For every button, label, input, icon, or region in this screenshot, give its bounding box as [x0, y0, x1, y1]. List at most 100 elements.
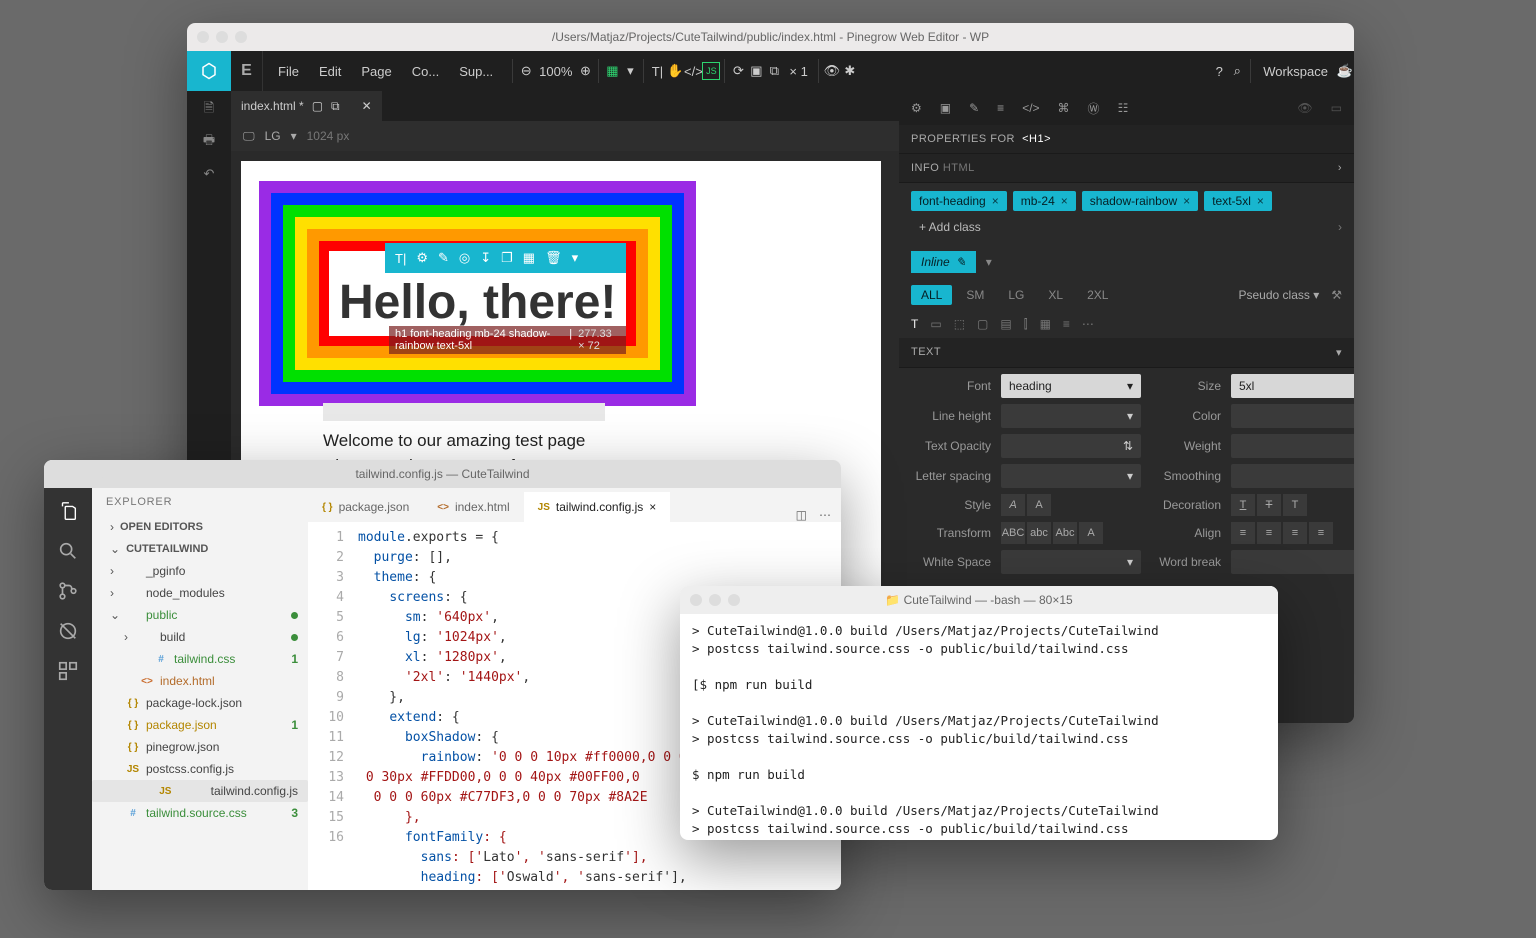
text-icon[interactable]: T| — [395, 251, 406, 266]
duplicate-icon[interactable]: ❐ — [501, 250, 513, 266]
chevron-down-icon[interactable]: ▾ — [572, 250, 579, 266]
flex-cat-icon[interactable]: ⫿ — [1024, 317, 1028, 332]
deco-buttons[interactable]: TTT — [1231, 494, 1354, 516]
class-chip[interactable]: text-5xl× — [1204, 191, 1272, 211]
tree-item[interactable]: { }pinegrow.json — [92, 736, 308, 758]
code-icon[interactable]: </> — [684, 62, 702, 80]
add-class-button[interactable]: + Add class — [911, 217, 989, 237]
bp-xl[interactable]: XL — [1038, 285, 1073, 305]
align-buttons[interactable]: ≡≡≡≡ — [1231, 522, 1354, 544]
grid-icon[interactable]: ▦ — [603, 62, 621, 80]
device-icon[interactable]: 🖵 — [243, 129, 255, 144]
ws-select[interactable]: ▾ — [1001, 550, 1141, 574]
list-icon[interactable]: ≡ — [997, 101, 1004, 115]
search-icon[interactable]: ⌕ — [1228, 62, 1246, 80]
text-tool-icon[interactable]: T| — [648, 62, 666, 80]
close-icon[interactable]: × — [992, 194, 999, 208]
debug-icon[interactable] — [57, 620, 79, 642]
bp-label[interactable]: LG — [265, 129, 281, 143]
box-icon[interactable]: ▣ — [940, 101, 951, 115]
wordpress-icon[interactable]: Ⓦ — [1088, 100, 1100, 117]
term-titlebar[interactable]: 📁 CuteTailwind — -bash — 80×15 — [680, 586, 1278, 614]
bg-cat-icon[interactable]: ▤ — [1000, 317, 1011, 332]
extensions-icon[interactable] — [57, 660, 79, 682]
close-icon[interactable]: × — [1183, 194, 1190, 208]
opacity-input[interactable]: ⇅ — [1001, 434, 1141, 458]
class-chip[interactable]: font-heading× — [911, 191, 1007, 211]
project-section[interactable]: ⌄CUTETAILWIND — [92, 538, 308, 560]
chevron-down-icon[interactable]: ▾ — [291, 129, 297, 143]
traffic-lights[interactable] — [197, 31, 247, 43]
chevron-down-icon[interactable]: ▾ — [986, 255, 992, 269]
tree-item[interactable]: JSpostcss.config.js — [92, 758, 308, 780]
tree-item[interactable]: ›_pginfo — [92, 560, 308, 582]
tree-item[interactable]: #tailwind.css1 — [92, 648, 308, 670]
help-icon[interactable]: ? — [1210, 62, 1228, 80]
settings-icon[interactable]: ⚙ — [416, 250, 428, 266]
tree-item[interactable]: JStailwind.config.js — [92, 780, 308, 802]
layout-cat-icon[interactable]: ▭ — [930, 317, 941, 332]
trash-icon[interactable]: 🗑 — [545, 250, 562, 266]
lh-select[interactable]: ▾ — [1001, 404, 1141, 428]
menu-edit[interactable]: Edit — [310, 58, 350, 85]
tree-item[interactable]: { }package-lock.json — [92, 692, 308, 714]
edit-icon[interactable]: ✎ — [438, 250, 449, 266]
weight-select[interactable]: ▾ — [1231, 434, 1354, 458]
eye-icon[interactable]: 👁 — [1297, 101, 1312, 115]
hand-icon[interactable]: ✋ — [666, 62, 684, 80]
tree-item[interactable]: <>index.html — [92, 670, 308, 692]
zoom-out-icon[interactable]: ⊖ — [517, 62, 535, 80]
color-select[interactable]: ▾ — [1231, 404, 1354, 428]
editor-tab[interactable]: <>index.html — [423, 492, 523, 522]
terminal-output[interactable]: > CuteTailwind@1.0.0 build /Users/Matjaz… — [680, 614, 1278, 840]
inline-style-button[interactable]: Inline ✎ — [911, 251, 976, 273]
size-cat-icon[interactable]: ⬚ — [954, 317, 965, 332]
wb-select[interactable]: ▾ — [1231, 550, 1354, 574]
undo-icon[interactable]: ↶ — [200, 165, 218, 183]
class-chip[interactable]: shadow-rainbow× — [1082, 191, 1198, 211]
style-buttons[interactable]: AA — [1001, 494, 1141, 516]
panel-icon[interactable]: ▭ — [1331, 101, 1342, 115]
close-icon[interactable]: × — [1061, 194, 1068, 208]
tree-item[interactable]: ⌄public — [92, 604, 308, 626]
zoom-in-icon[interactable]: ⊕ — [576, 62, 594, 80]
coffee-icon[interactable]: ☕ — [1336, 62, 1354, 80]
explorer-icon[interactable] — [57, 500, 79, 522]
pg-titlebar[interactable]: /Users/Matjaz/Projects/CuteTailwind/publ… — [187, 23, 1354, 51]
bp-2xl[interactable]: 2XL — [1077, 285, 1118, 305]
grid-cat-icon[interactable]: ▦ — [1040, 317, 1051, 332]
menu-components[interactable]: Co... — [403, 58, 448, 85]
editor-tab[interactable]: { }package.json — [308, 492, 423, 522]
selection-toolbar[interactable]: T| ⚙ ✎ ◎ ↧ ❐ ▦ 🗑 ▾ — [385, 243, 626, 273]
font-select[interactable]: heading▾ — [1001, 374, 1141, 398]
menu-file[interactable]: File — [269, 58, 308, 85]
git-icon[interactable] — [57, 580, 79, 602]
search-icon[interactable] — [57, 540, 79, 562]
border-cat-icon[interactable]: ▢ — [977, 317, 988, 332]
external-icon[interactable]: ▢ — [312, 99, 323, 113]
target-icon[interactable]: ◎ — [459, 250, 470, 266]
class-chip[interactable]: mb-24× — [1013, 191, 1076, 211]
transform-buttons[interactable]: ABCabcAbcA — [1001, 522, 1141, 544]
bp-all[interactable]: ALL — [911, 285, 952, 305]
open-editors-section[interactable]: ›OPEN EDITORS — [92, 516, 308, 538]
ls-select[interactable]: ▾ — [1001, 464, 1141, 488]
new-page-icon[interactable]: ⧉ — [765, 62, 783, 80]
devices-icon[interactable]: ▣ — [747, 62, 765, 80]
component-icon[interactable]: ⌘ — [1058, 101, 1070, 115]
multiplier[interactable]: × 1 — [783, 64, 813, 79]
chevron-right-icon[interactable]: › — [1338, 162, 1342, 174]
insert-icon[interactable]: ↧ — [480, 250, 491, 266]
bug-icon[interactable]: ✱ — [841, 62, 859, 80]
tab-index-html[interactable]: index.html * ▢ ⧉ ✕ — [231, 91, 382, 121]
more-icon[interactable]: ⋯ — [1082, 317, 1094, 332]
tree-item[interactable]: ›node_modules — [92, 582, 308, 604]
chevron-down-icon[interactable]: ▾ — [621, 62, 639, 80]
grid-icon[interactable]: ▦ — [523, 250, 535, 266]
tree-icon[interactable]: ☷ — [1118, 101, 1129, 115]
code-icon[interactable]: </> — [1022, 101, 1039, 115]
chevron-right-icon[interactable]: › — [1338, 220, 1342, 234]
bp-lg[interactable]: LG — [998, 285, 1034, 305]
vs-titlebar[interactable]: tailwind.config.js — CuteTailwind — [44, 460, 841, 488]
tree-item[interactable]: ›build — [92, 626, 308, 648]
